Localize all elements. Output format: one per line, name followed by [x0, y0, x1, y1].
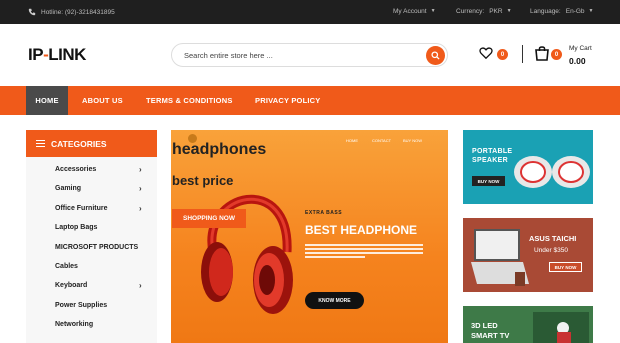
chevron-right-icon: › — [139, 165, 142, 174]
category-label: Office Furniture — [55, 204, 108, 212]
category-label: MICROSOFT PRODUCTS — [55, 243, 139, 251]
wishlist-count-badge: 0 — [497, 49, 508, 60]
hero-title: headphones — [172, 141, 267, 158]
heart-icon[interactable] — [479, 46, 493, 60]
category-item[interactable]: MICROSOFT PRODUCTS — [26, 239, 157, 258]
top-bar: Hotline: (92)-3218431895 My Account ▼ Cur… — [0, 0, 620, 24]
search-icon — [431, 51, 440, 60]
language-value: En-Gb — [565, 8, 585, 15]
tv-image — [533, 312, 589, 343]
categories-panel: CATEGORIES Accessories › Gaming › Office Fur… — [26, 130, 157, 343]
category-item[interactable]: Keyboard › — [26, 277, 157, 296]
logo-part: LINK — [48, 45, 86, 64]
nav-terms[interactable]: TERMS & CONDITIONS — [146, 86, 233, 115]
shopping-now-button[interactable]: SHOPPING NOW — [172, 209, 246, 228]
category-label: Power Supplies — [55, 301, 108, 309]
laptop-banner[interactable]: ASUS TAICHI Under $350 BUY NOW — [463, 218, 593, 292]
category-item[interactable]: Laptop Bags — [26, 219, 157, 238]
hotline: Hotline: (92)-3218431895 — [28, 8, 115, 16]
hero-subtitle: best price — [172, 173, 234, 188]
cart-label[interactable]: My Cart — [569, 45, 592, 52]
speaker-image — [514, 156, 590, 188]
categories-title: CATEGORIES — [51, 138, 107, 149]
site-header: IP-LINK 0 0 My Cart 0.00 — [0, 24, 620, 86]
my-account-menu[interactable]: My Account ▼ — [393, 8, 436, 15]
search-bar — [171, 43, 448, 67]
category-label: Keyboard — [55, 282, 88, 290]
category-label: Gaming — [55, 185, 82, 193]
chevron-right-icon: › — [139, 203, 142, 213]
tv-title-line: 3D LED — [471, 321, 498, 330]
category-item[interactable]: Accessories › — [26, 161, 157, 180]
category-label: Cables — [55, 262, 78, 270]
know-more-button[interactable]: KNOW MORE — [305, 292, 364, 309]
phone-icon — [28, 8, 36, 16]
hero-tag: EXTRA BASS — [305, 210, 343, 216]
category-label: Accessories — [55, 166, 97, 173]
hero-banner[interactable]: HOME CONTACT BUY NOW headphones best pri… — [171, 130, 448, 343]
hero-nav-buy: BUY NOW — [403, 138, 423, 143]
category-label: Networking — [55, 321, 94, 329]
currency-value: PKR — [489, 8, 503, 15]
category-label: Laptop Bags — [55, 224, 98, 232]
laptop-buy-button[interactable]: BUY NOW — [549, 262, 582, 272]
hero-nav-home: HOME — [346, 138, 358, 143]
cart-count-badge: 0 — [551, 49, 562, 60]
speaker-title-line: SPEAKER — [472, 157, 508, 164]
divider — [522, 45, 523, 63]
hotline-text: Hotline: (92)-3218431895 — [41, 8, 115, 16]
my-account-label: My Account — [393, 8, 427, 15]
chevron-down-icon: ▼ — [430, 8, 436, 14]
chevron-right-icon: › — [139, 281, 142, 291]
currency-label: Currency: — [456, 8, 485, 15]
chevron-right-icon: › — [139, 184, 142, 194]
category-item[interactable]: Power Supplies — [26, 297, 157, 316]
language-selector[interactable]: Language: En-Gb ▼ — [530, 8, 593, 15]
menu-icon — [36, 140, 45, 147]
cart-total: 0.00 — [569, 56, 586, 66]
speaker-title: PORTABLE SPEAKER — [472, 147, 512, 165]
hero-nav-contact: CONTACT — [372, 138, 392, 143]
chevron-down-icon: ▼ — [588, 8, 594, 14]
nav-home[interactable]: HOME — [26, 86, 68, 115]
speaker-title-line: PORTABLE — [472, 148, 513, 155]
cart-icon[interactable] — [534, 45, 550, 61]
tv-title: 3D LED SMART TV — [471, 321, 509, 341]
categories-header[interactable]: CATEGORIES — [26, 130, 157, 157]
speaker-banner[interactable]: PORTABLE SPEAKER BUY NOW — [463, 130, 593, 204]
tv-title-line: SMART TV — [471, 331, 510, 340]
tv-banner[interactable]: 3D LED SMART TV — [463, 306, 593, 343]
category-item[interactable]: Cables — [26, 258, 157, 277]
logo-part: IP — [28, 45, 44, 64]
hero-headline: BEST HEADPHONE — [305, 223, 418, 237]
laptop-image — [471, 229, 529, 286]
category-item[interactable]: Networking — [26, 316, 157, 335]
laptop-price: Under $350 — [534, 247, 568, 254]
hero-description-lines — [305, 242, 423, 260]
category-item[interactable]: Office Furniture › — [26, 200, 157, 219]
category-list: Accessories › Gaming › Office Furniture › Lapt… — [26, 161, 157, 336]
speaker-buy-button[interactable]: BUY NOW — [472, 176, 505, 186]
laptop-title: ASUS TAICHI — [529, 234, 577, 243]
search-input[interactable] — [184, 49, 414, 62]
chevron-down-icon: ▼ — [506, 8, 512, 14]
search-button[interactable] — [426, 46, 445, 65]
site-logo[interactable]: IP - LINK — [28, 43, 86, 67]
main-nav: HOME ABOUT US TERMS & CONDITIONS PRIVACY… — [0, 86, 620, 115]
currency-selector[interactable]: Currency: PKR ▼ — [456, 8, 512, 15]
nav-about-us[interactable]: ABOUT US — [82, 86, 123, 115]
category-item[interactable]: Gaming › — [26, 180, 157, 199]
nav-privacy-policy[interactable]: PRIVACY POLICY — [255, 86, 320, 115]
language-label: Language: — [530, 8, 561, 15]
